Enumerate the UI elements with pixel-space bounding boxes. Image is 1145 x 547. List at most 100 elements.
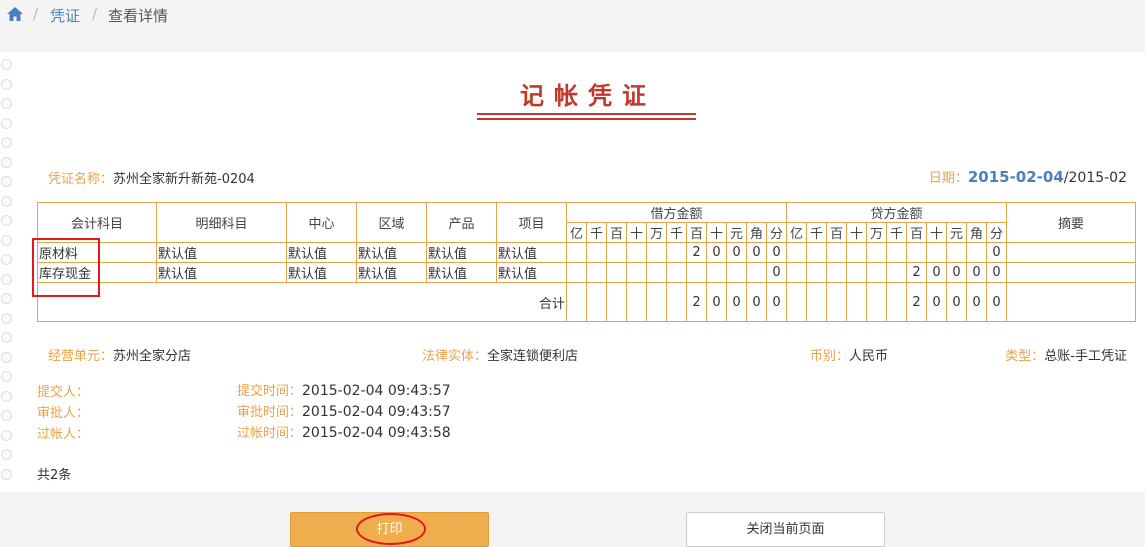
credit-digit-header: 十	[926, 222, 947, 243]
binding-hole	[1, 390, 12, 402]
paper-binding	[0, 52, 23, 492]
cell-center: 默认值	[286, 242, 357, 263]
approver-label: 审批人：	[37, 406, 90, 421]
debit-digit-cell	[626, 242, 647, 263]
debit-digit-cell: 0	[746, 242, 767, 263]
total-credit-digit-cell: 0	[926, 282, 947, 322]
binding-hole	[1, 410, 12, 421]
credit-digit-cell: 0	[986, 262, 1007, 283]
table-row: 原材料 默认值 默认值 默认值 默认值 默认值 2 0 0 0 0 0	[37, 242, 1136, 263]
total-debit-digit-cell: 0	[726, 282, 747, 322]
total-credit-digit-cell: 2	[906, 282, 927, 322]
voucher-name-label: 凭证名称：	[48, 172, 114, 187]
unit-label: 经营单元：	[48, 349, 114, 364]
cell-summary	[1006, 242, 1136, 263]
debit-digit-header: 分	[766, 222, 787, 243]
total-credit-digit-cell	[866, 282, 887, 322]
debit-digit-cell	[646, 262, 667, 283]
binding-hole	[1, 234, 12, 246]
currency: 币别：人民币	[810, 345, 888, 364]
total-debit-digit-cell: 0	[766, 282, 787, 322]
binding-hole	[1, 117, 12, 129]
total-credit-digit-cell	[786, 282, 807, 322]
total-debit-digit-cell: 2	[686, 282, 707, 322]
binding-hole	[1, 98, 12, 109]
cell-project: 默认值	[496, 242, 567, 263]
post-time-label: 过帐时间：	[237, 426, 303, 441]
currency-value: 人民币	[849, 349, 889, 364]
debit-digit-cell	[706, 262, 727, 283]
debit-digit-cell	[586, 262, 607, 283]
binding-hole	[1, 137, 12, 148]
credit-digit-cell	[846, 262, 867, 283]
debit-digit-cell	[646, 242, 667, 263]
total-credit-digit-cell	[826, 282, 847, 322]
voucher-title: 记帐凭证	[520, 81, 656, 110]
binding-hole	[1, 176, 12, 187]
header-region: 区域	[356, 202, 427, 243]
record-count: 共2条	[37, 468, 72, 483]
unit-value: 苏州全家分店	[113, 349, 192, 364]
debit-digit-header: 十	[706, 222, 727, 243]
entity-value: 全家连锁便利店	[487, 349, 579, 364]
total-debit-digit-cell	[586, 282, 607, 322]
debit-digit-cell: 0	[706, 242, 727, 263]
cell-product: 默认值	[426, 262, 497, 283]
total-debit-digit-cell	[566, 282, 587, 322]
binding-hole	[1, 156, 12, 168]
debit-digit-cell	[666, 242, 687, 263]
binding-hole	[1, 468, 12, 480]
debit-digit-header: 百	[686, 222, 707, 243]
debit-digit-cell: 0	[766, 242, 787, 263]
business-unit: 经营单元：苏州全家分店	[48, 345, 191, 364]
credit-digit-header: 分	[986, 222, 1007, 243]
binding-hole	[1, 351, 12, 363]
credit-digit-cell	[906, 242, 927, 263]
total-credit-digit-cell: 0	[966, 282, 987, 322]
credit-digit-cell	[946, 242, 967, 263]
credit-digit-cell	[786, 262, 807, 283]
debit-digit-cell	[606, 262, 627, 283]
credit-digit-cell: 0	[966, 262, 987, 283]
date-main-value: 2015-02-04	[967, 168, 1064, 186]
binding-hole	[1, 312, 12, 324]
credit-digit-cell: 0	[986, 242, 1007, 263]
header-center: 中心	[286, 202, 357, 243]
print-highlight-circle	[356, 513, 426, 545]
title-underline	[477, 113, 696, 115]
voucher-name: 凭证名称：苏州全家新升新苑-0204	[48, 168, 255, 187]
credit-digit-cell	[826, 242, 847, 263]
total-debit-digit-cell	[646, 282, 667, 322]
debit-digit-cell	[566, 242, 587, 263]
binding-hole	[1, 78, 12, 90]
cell-project: 默认值	[496, 262, 567, 283]
cell-product: 默认值	[426, 242, 497, 263]
debit-digit-header: 元	[726, 222, 747, 243]
voucher-type: 类型：总账-手工凭证	[1005, 345, 1127, 364]
credit-digit-cell	[926, 242, 947, 263]
close-page-button[interactable]: 关闭当前页面	[686, 512, 885, 547]
debit-digit-cell: 0	[726, 242, 747, 263]
debit-digit-cell	[626, 262, 647, 283]
debit-digit-header: 角	[746, 222, 767, 243]
cell-region: 默认值	[356, 242, 427, 263]
header-credit: 贷方金额	[786, 202, 1007, 223]
total-debit-digit-cell	[666, 282, 687, 322]
cell-center: 默认值	[286, 262, 357, 283]
binding-hole	[1, 195, 12, 207]
home-icon[interactable]	[6, 6, 24, 22]
credit-digit-header: 千	[886, 222, 907, 243]
currency-label: 币别：	[810, 349, 850, 364]
credit-digit-header: 十	[846, 222, 867, 243]
cell-summary	[1006, 262, 1136, 283]
breadcrumb-voucher-link[interactable]: 凭证	[50, 5, 80, 26]
breadcrumb-current: 查看详情	[108, 7, 169, 25]
total-summary-cell	[1006, 282, 1136, 322]
credit-digit-header: 百	[906, 222, 927, 243]
total-debit-digit-cell: 0	[746, 282, 767, 322]
credit-digit-cell	[786, 242, 807, 263]
debit-digit-header: 万	[646, 222, 667, 243]
total-row: 合计 2 0 0 0 0 2 0 0 0 0	[37, 282, 1136, 322]
binding-hole	[1, 59, 12, 70]
voucher-name-value: 苏州全家新升新苑-0204	[113, 172, 255, 187]
